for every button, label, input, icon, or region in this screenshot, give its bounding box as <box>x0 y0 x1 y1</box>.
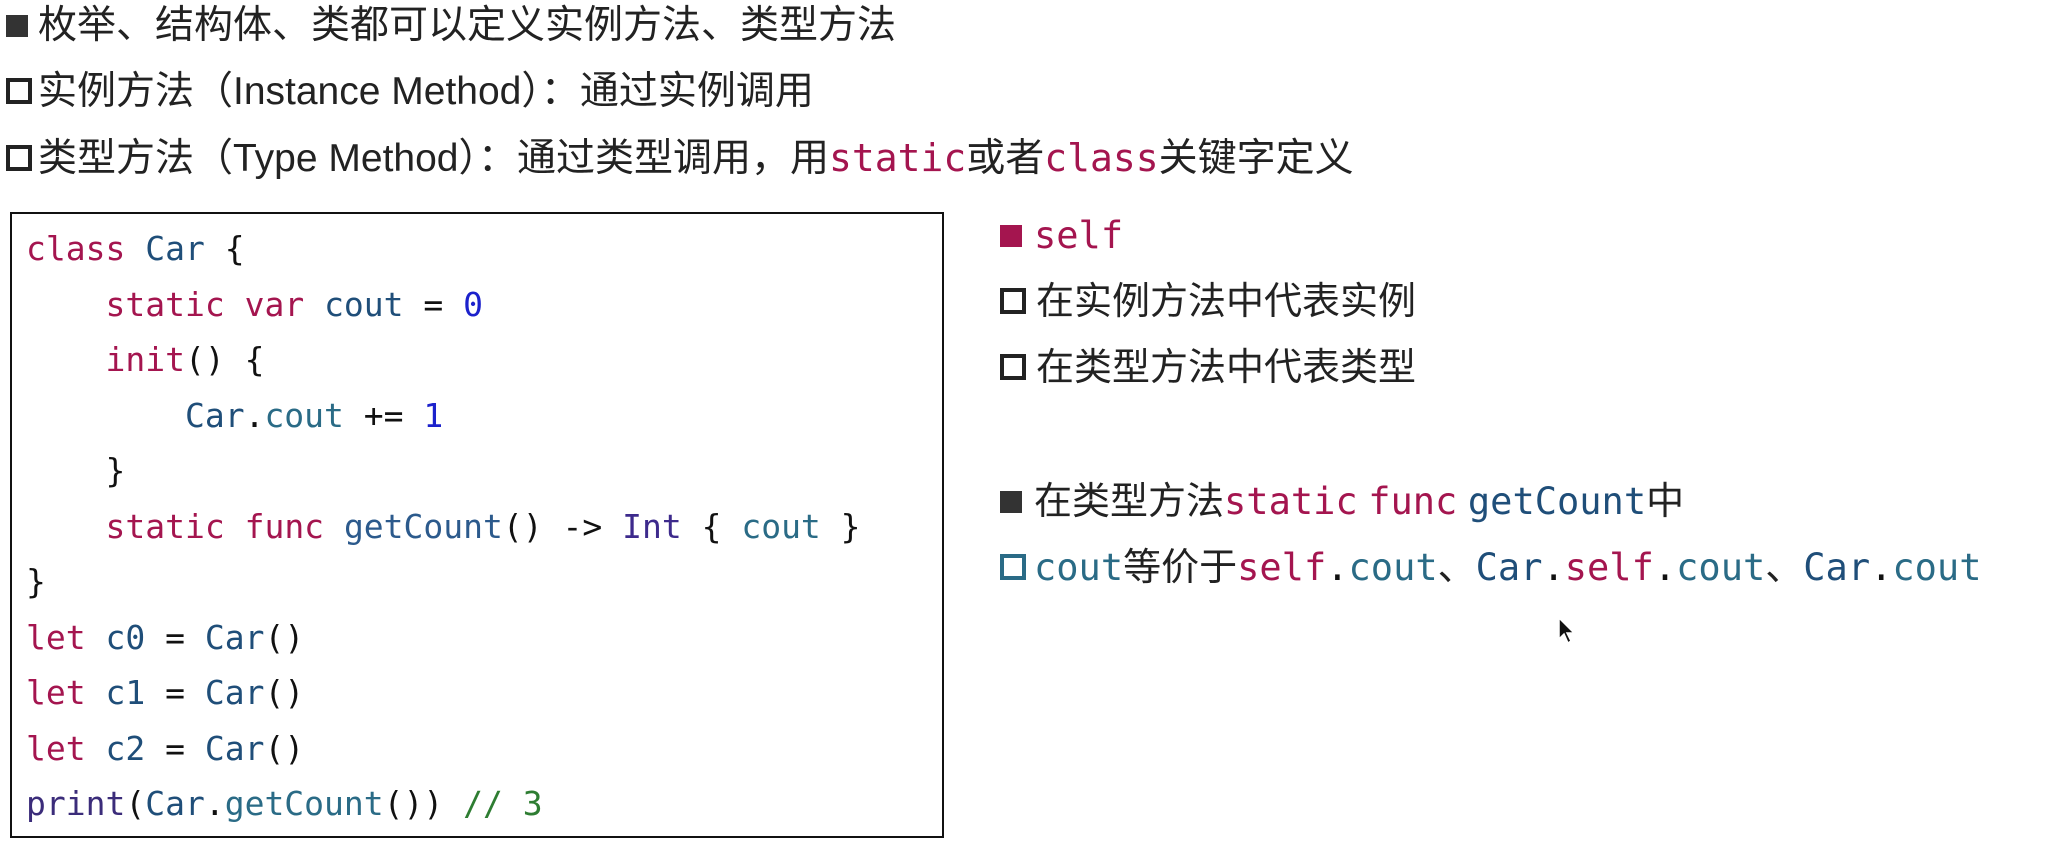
hollow-square-bullet-icon <box>6 145 32 171</box>
eq-car: Car <box>1803 546 1871 589</box>
function-name-getcount: getCount <box>1467 480 1647 523</box>
heading-text-1: 枚举、结构体、类都可以定义实例方法、类型方法 <box>38 4 897 47</box>
eq-self: self <box>1237 546 1327 589</box>
self-heading: self <box>1000 210 1123 262</box>
code-line-9: let c1 = Car() <box>26 673 305 712</box>
hollow-square-bullet-icon <box>6 78 32 104</box>
code-line-6: static func getCount() -> Int { cout } <box>105 507 861 546</box>
keyword-class: class <box>1044 136 1159 180</box>
eq-car: Car <box>1475 546 1543 589</box>
getcount-suffix: 中 <box>1646 481 1685 523</box>
heading-line-1: 枚举、结构体、类都可以定义实例方法、类型方法 <box>0 0 896 52</box>
filled-square-bullet-icon <box>6 15 28 37</box>
eq-cout: cout <box>1348 546 1438 589</box>
heading-text-3-mid: 或者 <box>966 137 1045 180</box>
code-line-4: Car.cout += 1 <box>184 396 444 435</box>
eq-separator: 、 <box>1765 547 1804 589</box>
hollow-square-bullet-icon <box>1000 554 1026 580</box>
self-item-2: 在类型方法中代表类型 <box>1000 342 1416 394</box>
getcount-prefix: 在类型方法 <box>1034 481 1225 523</box>
hollow-square-bullet-icon <box>1000 354 1026 380</box>
hollow-square-bullet-icon <box>1000 288 1026 314</box>
code-line-3: init() { <box>105 340 265 379</box>
keyword-static: static <box>1224 480 1358 523</box>
heading-line-3: 类型方法（Type Method）：通过类型调用，用static或者class关… <box>0 132 1354 184</box>
code-line-1: class Car { <box>26 229 245 268</box>
heading-text-3-suffix: 关键字定义 <box>1158 137 1354 180</box>
getcount-heading: 在类型方法static func getCount中 <box>1000 476 1684 528</box>
eq-cout: cout <box>1676 546 1766 589</box>
eq-cout: cout <box>1892 546 1982 589</box>
code-line-7: } <box>26 562 46 601</box>
mouse-pointer-icon <box>1558 617 1576 645</box>
filled-square-bullet-icon <box>1000 225 1022 247</box>
code-line-11: print(Car.getCount()) // 3 <box>26 784 543 823</box>
self-item-1: 在实例方法中代表实例 <box>1000 276 1416 328</box>
self-title: self <box>1034 214 1124 257</box>
code-block: class Car { static var cout = 0 init() {… <box>10 212 944 838</box>
eq-text: 等价于 <box>1123 547 1238 589</box>
self-item-1-text: 在实例方法中代表实例 <box>1036 281 1417 323</box>
eq-self: self <box>1564 546 1654 589</box>
self-item-2-text: 在类型方法中代表类型 <box>1036 347 1417 389</box>
eq-cout: cout <box>1034 546 1124 589</box>
code-line-2: static var cout = 0 <box>105 285 484 324</box>
filled-square-bullet-icon <box>1000 491 1022 513</box>
heading-text-2: 实例方法（Instance Method）：通过实例调用 <box>38 70 814 113</box>
heading-text-3-prefix: 类型方法（Type Method）：通过类型调用，用 <box>38 137 829 180</box>
heading-line-2: 实例方法（Instance Method）：通过实例调用 <box>0 66 814 118</box>
keyword-func: func <box>1368 480 1458 523</box>
code-line-8: let c0 = Car() <box>26 618 305 657</box>
code-line-10: let c2 = Car() <box>26 729 305 768</box>
equivalence-line: cout等价于self.cout、Car.self.cout、Car.cout <box>1000 542 1981 594</box>
code-line-5: } <box>105 451 126 490</box>
keyword-static: static <box>828 136 967 180</box>
eq-separator: 、 <box>1437 547 1476 589</box>
